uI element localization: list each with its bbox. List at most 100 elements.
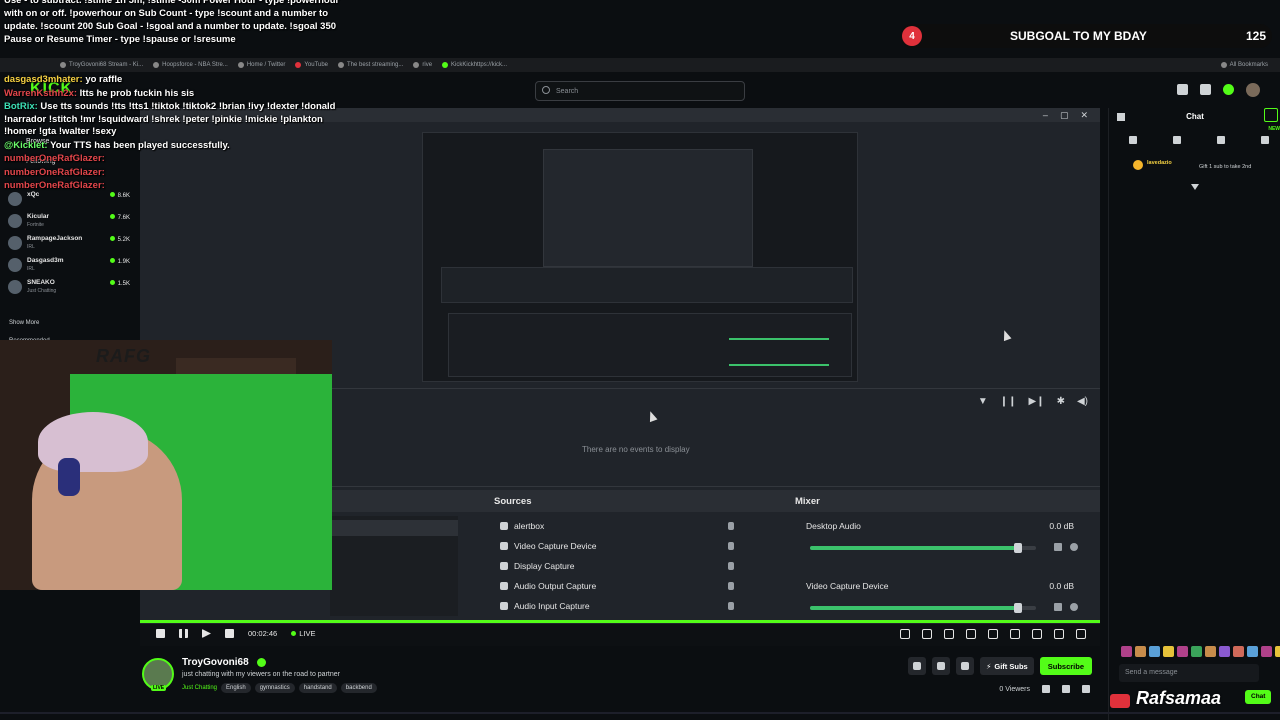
youtube-icon	[295, 62, 302, 68]
rewards-button[interactable]	[908, 657, 927, 675]
pin-icon[interactable]	[1129, 136, 1137, 144]
settings-icon[interactable]	[944, 629, 954, 639]
boost-icon[interactable]	[922, 629, 932, 639]
bookmark-item[interactable]: Home / Twitter	[237, 62, 285, 68]
quality-icon[interactable]	[966, 629, 976, 639]
channel-name: Dasgasd3m	[27, 257, 64, 264]
pause-button[interactable]	[179, 629, 188, 638]
new-feature-button[interactable]	[1264, 108, 1278, 122]
lock-icon	[728, 542, 734, 550]
speaker-icon	[1054, 603, 1062, 611]
nested-audio-meter	[729, 364, 829, 366]
bookmark-label: Hoopsforce - NBA Stre...	[162, 62, 228, 68]
gift-subs-label: Gift Subs	[994, 661, 1028, 671]
overlay-chat-line: @Kicklet: Your TTS has been played succe…	[4, 140, 349, 153]
pause-icon: ❙❙	[999, 396, 1017, 407]
emote-icon[interactable]	[1233, 646, 1244, 657]
theater-mode-icon[interactable]	[988, 629, 998, 639]
source-label: Audio Input Capture	[514, 601, 590, 611]
clip-icon[interactable]	[900, 629, 910, 639]
avatar	[8, 236, 22, 250]
bookmark-item[interactable]: rive	[413, 62, 432, 68]
mixer-db: 0.0 dB	[1049, 581, 1074, 591]
emote-icon[interactable]	[1219, 646, 1230, 657]
tag-chip[interactable]: English	[221, 683, 251, 693]
report-icon[interactable]	[1062, 685, 1070, 693]
bookmark-label: KickKickhttps://kick...	[451, 62, 508, 68]
sidebar-channel[interactable]: RampageJackson IRL 5.2K	[8, 234, 134, 254]
bookmark-item[interactable]: The best streaming...	[338, 62, 403, 68]
inbox-icon[interactable]	[1177, 84, 1188, 95]
emote-icon[interactable]	[1149, 646, 1160, 657]
gear-icon[interactable]	[1076, 629, 1086, 639]
sidebar-channel[interactable]: Dasgasd3m IRL 1.9K	[8, 256, 134, 276]
bookmark-item[interactable]: Hoopsforce - NBA Stre...	[153, 62, 228, 68]
emote-bar	[1121, 646, 1280, 657]
fullscreen-icon[interactable]	[1054, 629, 1064, 639]
chat-send-button[interactable]: Chat	[1245, 690, 1272, 704]
stream-commands-overlay: Use - to subtract. !stime 1h 5m, !stime …	[4, 0, 340, 45]
share-icon[interactable]	[1042, 685, 1050, 693]
chat-username[interactable]: lavedazio	[1147, 160, 1172, 166]
emote-icon[interactable]	[1121, 646, 1132, 657]
pip-icon[interactable]	[1010, 629, 1020, 639]
close-icon: ✕	[1080, 110, 1088, 120]
search-input[interactable]: Search	[535, 81, 745, 101]
channel-watermark: Rafsamaa	[1136, 688, 1222, 708]
cast-icon[interactable]	[1032, 629, 1042, 639]
trash-icon[interactable]	[1173, 136, 1181, 144]
bookmark-item[interactable]: YouTube	[295, 62, 328, 68]
source-item: Video Capture Device	[494, 536, 744, 556]
audio-mixer: Desktop Audio 0.0 dB Video Capture Devic…	[802, 516, 1088, 636]
follow-heart-button[interactable]	[956, 657, 975, 675]
all-bookmarks[interactable]: All Bookmarks	[1220, 62, 1268, 68]
emote-icon[interactable]	[1135, 646, 1146, 657]
avatar	[8, 280, 22, 294]
channel-name[interactable]: TroyGovoni68	[182, 657, 249, 668]
live-dot-icon	[291, 631, 297, 636]
overlay-chat-line: numberOneRafGlazer:	[4, 153, 349, 166]
forward-icon[interactable]	[202, 629, 211, 638]
tag-chip[interactable]: gymnastics	[254, 683, 295, 693]
subscribe-button[interactable]: Subscribe	[1039, 657, 1092, 675]
header-actions	[1177, 83, 1260, 97]
source-label: Audio Output Capture	[514, 581, 597, 591]
chat-input[interactable]: Send a message	[1119, 664, 1259, 682]
emote-icon[interactable]	[1205, 646, 1216, 657]
emote-icon[interactable]	[1177, 646, 1188, 657]
kick-points-icon[interactable]	[1223, 84, 1234, 95]
emote-icon[interactable]	[1275, 646, 1280, 657]
sidebar-channel[interactable]: SNEAKO Just Chatting 1.5K	[8, 278, 134, 298]
bookmark-label: TroyGovoni68 Stream - Ki...	[69, 62, 144, 68]
nested-events-panel	[441, 267, 853, 303]
volume-icon[interactable]	[225, 629, 234, 638]
tag-chip[interactable]: handstand	[298, 683, 337, 693]
bookmark-label: The best streaming...	[347, 62, 404, 68]
bookmark-item[interactable]: KickKickhttps://kick...	[442, 62, 507, 68]
notifications-icon[interactable]	[1200, 84, 1211, 95]
volume-fill	[810, 546, 1018, 550]
more-icon[interactable]	[1082, 685, 1090, 693]
emote-icon[interactable]	[1163, 646, 1174, 657]
emote-icon[interactable]	[1261, 646, 1272, 657]
user-avatar[interactable]	[1246, 83, 1260, 97]
tag-chip[interactable]: backbend	[340, 683, 377, 693]
chat-bubble-icon[interactable]	[1217, 136, 1225, 144]
hourglass-icon[interactable]	[1261, 136, 1269, 144]
live-indicator[interactable]: LIVE	[291, 629, 315, 638]
emote-icon[interactable]	[1191, 646, 1202, 657]
gift-subs-button[interactable]: ⚡ Gift Subs	[980, 657, 1034, 675]
category-link[interactable]: Just Chatting	[182, 683, 217, 693]
gift-icon: ⚡	[986, 661, 992, 671]
bookmark-item[interactable]: TroyGovoni68 Stream - Ki...	[60, 62, 143, 68]
chevron-down-icon[interactable]	[1191, 184, 1199, 190]
source-label: alertbox	[514, 521, 545, 531]
volume-knob	[1013, 543, 1022, 553]
dock-panels-header	[330, 490, 1100, 512]
sidebar-channel[interactable]: Kicular Fortnite 7.6K	[8, 212, 134, 232]
notification-bell-button[interactable]	[932, 657, 951, 675]
show-more-link[interactable]: Show More	[9, 320, 39, 326]
bookmarks-bar: TroyGovoni68 Stream - Ki... Hoopsforce -…	[0, 58, 1280, 72]
rewind-icon[interactable]	[156, 629, 165, 638]
emote-icon[interactable]	[1247, 646, 1258, 657]
